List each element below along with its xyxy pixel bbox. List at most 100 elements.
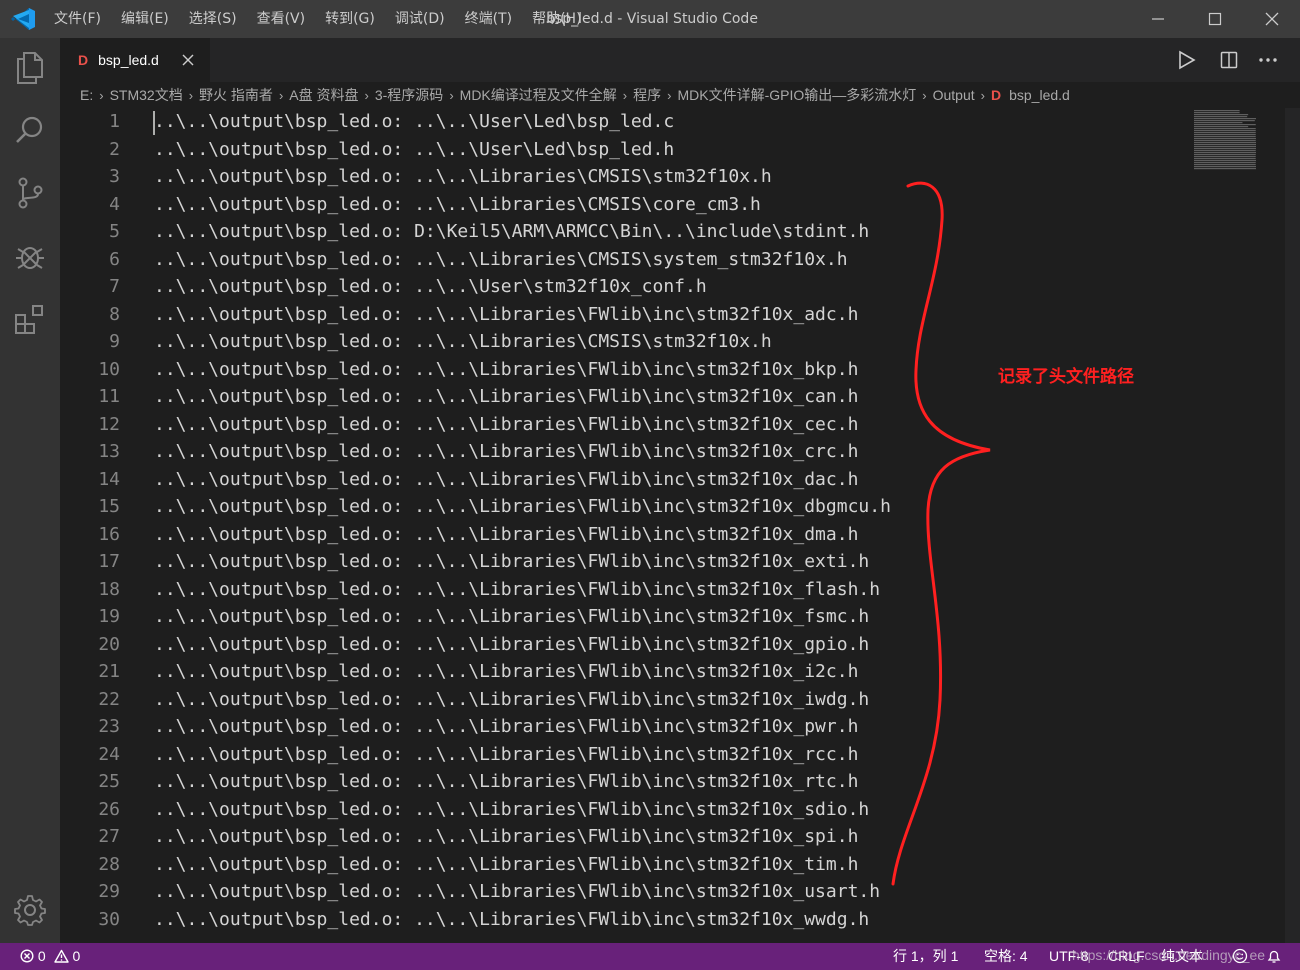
minimap-line <box>1194 116 1248 118</box>
split-editor-button[interactable] <box>1214 45 1244 75</box>
minimap-line <box>1194 130 1256 132</box>
code-line[interactable]: 14 ..\..\output\bsp_led.o: ..\..\Librarie… <box>60 466 1190 493</box>
line-number: 15 <box>98 496 120 517</box>
menu-terminal[interactable]: 终端(T) <box>455 0 522 38</box>
menu-file[interactable]: 文件(F) <box>44 0 111 38</box>
code-line[interactable]: 24 ..\..\output\bsp_led.o: ..\..\Librarie… <box>60 741 1190 768</box>
activity-search[interactable] <box>0 100 60 160</box>
code-line[interactable]: 27 ..\..\output\bsp_led.o: ..\..\Librarie… <box>60 823 1190 850</box>
line-number: 27 <box>98 826 120 847</box>
code-line[interactable]: 22 ..\..\output\bsp_led.o: ..\..\Librarie… <box>60 686 1190 713</box>
vertical-scrollbar[interactable] <box>1285 108 1300 943</box>
line-number: 23 <box>98 716 120 737</box>
activity-debug[interactable] <box>0 226 60 286</box>
more-actions-button[interactable] <box>1253 45 1283 75</box>
breadcrumb-item[interactable]: A盘 资料盘 <box>289 85 358 105</box>
menu-help[interactable]: 帮助(H) <box>522 0 591 38</box>
line-text: ..\..\output\bsp_led.o: ..\..\Libraries\… <box>154 661 859 682</box>
maximize-icon <box>1208 12 1221 26</box>
code-line[interactable]: 4 ..\..\output\bsp_led.o: ..\..\Libraries… <box>60 191 1190 218</box>
minimap-line <box>1194 146 1256 148</box>
breadcrumb-item[interactable]: 3-程序源码 <box>375 85 443 105</box>
code-line[interactable]: 29 ..\..\output\bsp_led.o: ..\..\Librarie… <box>60 878 1190 905</box>
text-cursor <box>153 111 155 135</box>
activity-extensions[interactable] <box>0 289 60 349</box>
breadcrumb-item[interactable]: Output <box>933 87 975 103</box>
code-line[interactable]: 15 ..\..\output\bsp_led.o: ..\..\Librarie… <box>60 493 1190 520</box>
breadcrumb-file[interactable]: bsp_led.d <box>1009 87 1070 103</box>
code-line[interactable]: 7 ..\..\output\bsp_led.o: ..\..\User\stm3… <box>60 273 1190 300</box>
code-line[interactable]: 6 ..\..\output\bsp_led.o: ..\..\Libraries… <box>60 246 1190 273</box>
minimap-line <box>1194 126 1249 128</box>
menu-go[interactable]: 转到(G) <box>315 0 385 38</box>
code-line[interactable]: 28 ..\..\output\bsp_led.o: ..\..\Librarie… <box>60 851 1190 878</box>
minimap[interactable] <box>1190 108 1260 178</box>
breadcrumb-item[interactable]: MDK编译过程及文件全解 <box>460 85 617 105</box>
minimap-line <box>1194 118 1256 120</box>
minimap-line <box>1194 164 1256 166</box>
minimap-line <box>1194 154 1256 156</box>
line-number: 20 <box>98 633 120 655</box>
code-line[interactable]: 3 ..\..\output\bsp_led.o: ..\..\Libraries… <box>60 163 1190 190</box>
line-text: ..\..\output\bsp_led.o: ..\..\Libraries\… <box>154 826 859 847</box>
tab-label: bsp_led.d <box>98 52 159 68</box>
line-number: 19 <box>98 606 120 627</box>
close-window-button[interactable] <box>1243 0 1300 38</box>
code-line[interactable]: 8 ..\..\output\bsp_led.o: ..\..\Libraries… <box>60 301 1190 328</box>
breadcrumb-item[interactable]: STM32文档 <box>110 85 183 105</box>
tab-bar: D bsp_led.d <box>60 38 1300 82</box>
code-line[interactable]: 25 ..\..\output\bsp_led.o: ..\..\Librarie… <box>60 768 1190 795</box>
tab-close-button[interactable] <box>178 50 198 70</box>
minimize-button[interactable] <box>1129 0 1186 38</box>
cursor-position[interactable]: 行 1，列 1 <box>893 943 958 970</box>
code-line[interactable]: 30 ..\..\output\bsp_led.o: ..\..\Librarie… <box>60 906 1190 933</box>
settings-gear-icon <box>14 895 46 926</box>
notifications-button[interactable] <box>1266 943 1282 970</box>
menu-view[interactable]: 查看(V) <box>247 0 316 38</box>
activity-settings[interactable] <box>0 880 60 940</box>
minimap-line <box>1194 138 1256 140</box>
line-number: 14 <box>98 468 120 490</box>
activity-explorer[interactable] <box>0 38 60 98</box>
breadcrumb-item[interactable]: 程序 <box>633 85 661 105</box>
vscode-logo-icon <box>11 8 35 30</box>
line-number: 30 <box>98 908 120 930</box>
code-line[interactable]: 21 ..\..\output\bsp_led.o: ..\..\Librarie… <box>60 658 1190 685</box>
breadcrumb-item[interactable]: MDK文件详解-GPIO输出—多彩流水灯 <box>677 85 916 105</box>
code-line[interactable]: 5 ..\..\output\bsp_led.o: D:\Keil5\ARM\AR… <box>60 218 1190 245</box>
code-line[interactable]: 17 ..\..\output\bsp_led.o: ..\..\Librarie… <box>60 548 1190 575</box>
indentation[interactable]: 空格: 4 <box>984 943 1028 970</box>
code-line[interactable]: 12 ..\..\output\bsp_led.o: ..\..\Librarie… <box>60 411 1190 438</box>
breadcrumb-item[interactable]: 野火 指南者 <box>199 85 273 105</box>
code-line[interactable]: 20 ..\..\output\bsp_led.o: ..\..\Librarie… <box>60 631 1190 658</box>
editor[interactable]: 1 ..\..\output\bsp_led.o: ..\..\User\Led\… <box>60 108 1285 943</box>
activity-bar <box>0 38 60 943</box>
minimize-icon <box>1151 18 1164 20</box>
code-line[interactable]: 13 ..\..\output\bsp_led.o: ..\..\Librarie… <box>60 438 1190 465</box>
menu-selection[interactable]: 选择(S) <box>179 0 247 38</box>
code-line[interactable]: 16 ..\..\output\bsp_led.o: ..\..\Librarie… <box>60 521 1190 548</box>
line-number: 22 <box>98 688 120 710</box>
code-line[interactable]: 23 ..\..\output\bsp_led.o: ..\..\Librarie… <box>60 713 1190 740</box>
breadcrumb-item[interactable]: E: <box>80 87 93 103</box>
activity-source-control[interactable] <box>0 163 60 223</box>
menu-edit[interactable]: 编辑(E) <box>111 0 179 38</box>
tab-bsp-led-d[interactable]: D bsp_led.d <box>60 38 210 82</box>
code-line[interactable]: 2 ..\..\output\bsp_led.o: ..\..\User\Led\… <box>60 136 1190 163</box>
menu-debug[interactable]: 调试(D) <box>385 0 455 38</box>
run-button[interactable] <box>1172 45 1202 75</box>
code-line[interactable]: 1 ..\..\output\bsp_led.o: ..\..\User\Led\… <box>60 108 1190 135</box>
chevron-right-icon: › <box>980 87 985 103</box>
code-line[interactable]: 11 ..\..\output\bsp_led.o: ..\..\Librarie… <box>60 383 1190 410</box>
code-line[interactable]: 19 ..\..\output\bsp_led.o: ..\..\Librarie… <box>60 603 1190 630</box>
code-line[interactable]: 9 ..\..\output\bsp_led.o: ..\..\Libraries… <box>60 328 1190 355</box>
chevron-right-icon: › <box>188 87 194 103</box>
maximize-button[interactable] <box>1186 0 1243 38</box>
line-text: ..\..\output\bsp_led.o: ..\..\User\Led\b… <box>154 111 675 132</box>
minimap-line <box>1194 144 1256 146</box>
code-line[interactable]: 18 ..\..\output\bsp_led.o: ..\..\Librarie… <box>60 576 1190 603</box>
problems-indicator[interactable]: 0 0 <box>20 943 80 970</box>
chevron-right-icon: › <box>622 87 628 103</box>
code-line[interactable]: 26 ..\..\output\bsp_led.o: ..\..\Librarie… <box>60 796 1190 823</box>
line-number: 7 <box>109 276 120 297</box>
